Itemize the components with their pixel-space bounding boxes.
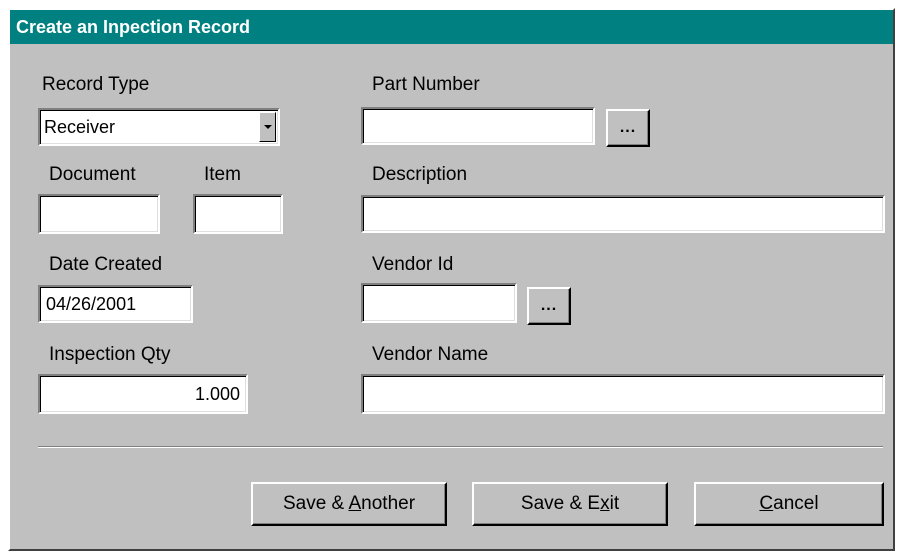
ellipsis-icon: ... <box>540 297 558 314</box>
vendor-name-label: Vendor Name <box>372 344 489 365</box>
divider <box>38 446 883 448</box>
vendor-name-field[interactable] <box>361 374 885 414</box>
create-inspection-dialog: Create an Inpection Record Record Type R… <box>8 8 895 551</box>
ellipsis-icon: ... <box>619 119 637 136</box>
vendor-id-label: Vendor Id <box>372 254 454 275</box>
vendor-id-field[interactable] <box>361 283 517 323</box>
item-label: Item <box>204 164 241 185</box>
chevron-down-icon[interactable] <box>259 112 276 142</box>
cancel-label: Cancel <box>759 493 819 514</box>
inspection-qty-label: Inspection Qty <box>49 344 171 365</box>
description-field[interactable] <box>361 195 885 233</box>
part-number-browse-button[interactable]: ... <box>606 109 650 147</box>
save-another-label: Save & Another <box>282 493 416 514</box>
document-field[interactable] <box>38 194 160 234</box>
save-another-button[interactable]: Save & Another <box>251 482 447 526</box>
record-type-value: Receiver <box>44 117 116 137</box>
vendor-id-browse-button[interactable]: ... <box>527 287 571 325</box>
inspection-qty-field[interactable] <box>38 374 248 414</box>
save-exit-button[interactable]: Save & Exit <box>472 482 668 526</box>
record-type-select[interactable]: Receiver <box>38 108 280 146</box>
save-exit-label: Save & Exit <box>520 493 620 514</box>
description-label: Description <box>372 164 468 185</box>
part-number-field[interactable] <box>361 107 595 145</box>
record-type-label: Record Type <box>42 74 150 95</box>
document-label: Document <box>49 164 136 185</box>
dialog-title: Create an Inpection Record <box>10 10 893 44</box>
item-field[interactable] <box>193 194 283 234</box>
date-created-field[interactable] <box>38 285 193 323</box>
cancel-button[interactable]: Cancel <box>694 482 884 526</box>
date-created-label: Date Created <box>49 254 163 275</box>
part-number-label: Part Number <box>372 74 480 95</box>
